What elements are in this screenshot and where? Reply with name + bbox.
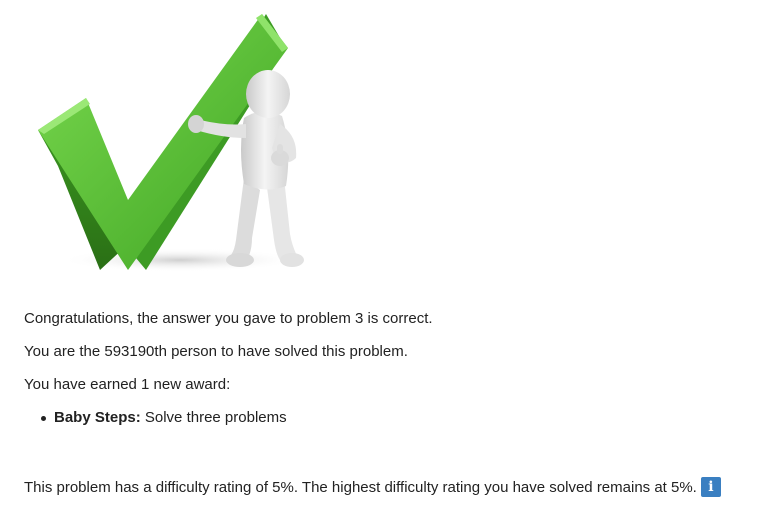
solver-rank-message: You are the 593190th person to have solv… — [24, 343, 408, 360]
difficulty-rating: This problem has a difficulty rating of … — [24, 476, 721, 498]
checkmark-figure-image — [30, 8, 330, 278]
award-description: Solve three problems — [144, 409, 287, 426]
result-messages: Congratulations, the answer you gave to … — [24, 309, 764, 428]
problem-solved-page: Congratulations, the answer you gave to … — [0, 0, 772, 510]
awards-intro: You have earned 1 new award: — [24, 376, 231, 393]
difficulty-text: This problem has a difficulty rating of … — [24, 479, 697, 496]
award-name: Baby Steps: — [54, 409, 141, 426]
award-list: Baby Steps: Solve three problems — [24, 408, 764, 428]
correct-message: Congratulations, the answer you gave to … — [24, 310, 433, 327]
info-icon[interactable]: i — [700, 476, 721, 497]
award-item: Baby Steps: Solve three problems — [41, 408, 764, 428]
checkmark-icon — [38, 14, 304, 272]
